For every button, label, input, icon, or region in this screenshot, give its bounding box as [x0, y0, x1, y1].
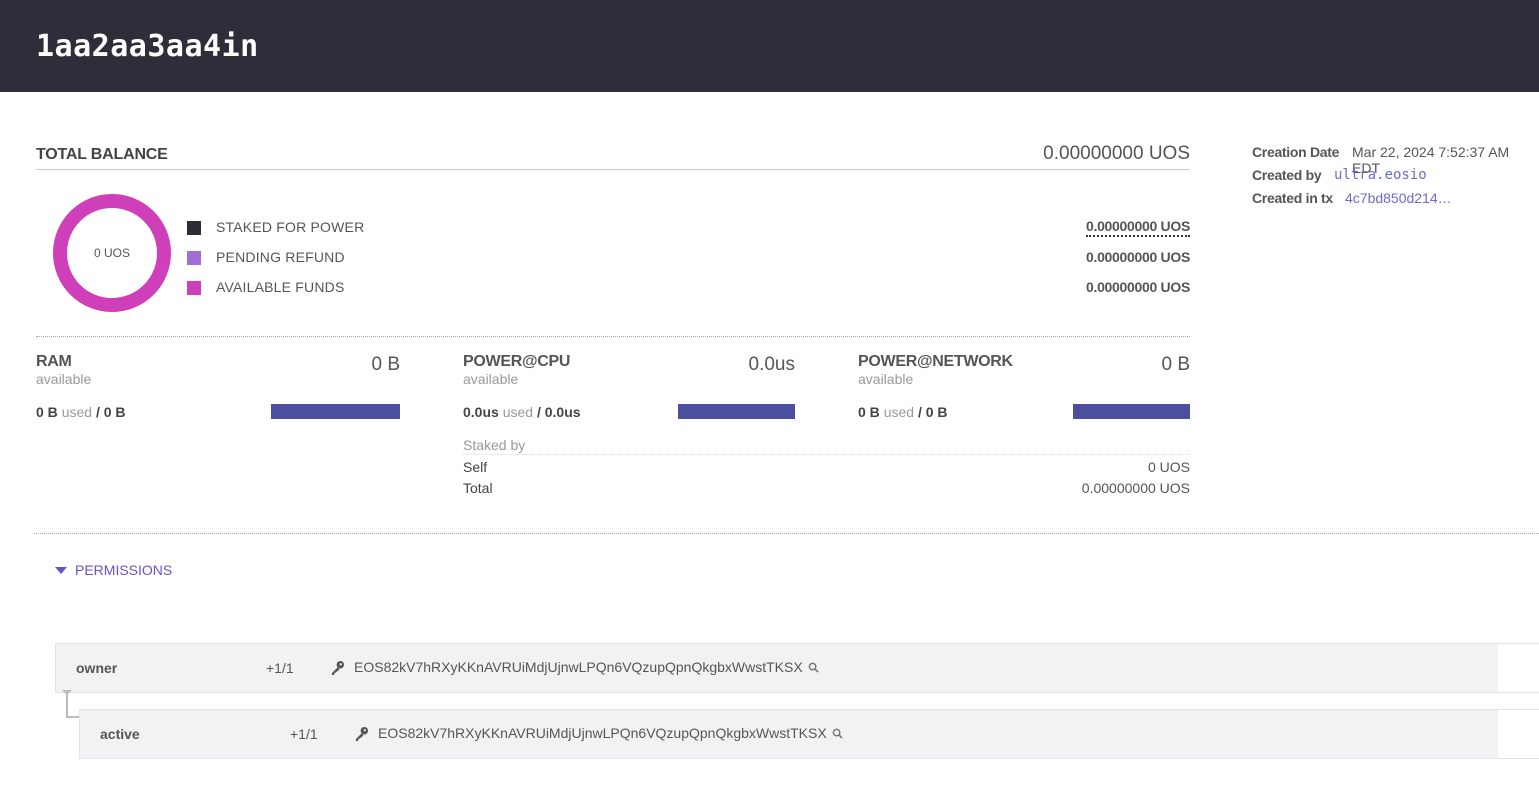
legend-swatch-available	[187, 281, 201, 295]
cpu-used: 0.0us	[463, 404, 499, 420]
ram-usage-bar-track	[271, 404, 400, 419]
total-balance-title: TOTAL BALANCE	[36, 146, 168, 163]
cpu-sub: available	[463, 371, 519, 387]
tree-node-marker	[62, 690, 72, 695]
staked-by-divider	[463, 454, 1190, 455]
ram-sep: /	[95, 404, 100, 420]
net-usage-bar	[1073, 404, 1190, 419]
account-name: 1aa2aa3aa4in	[36, 29, 259, 64]
staked-value-link[interactable]: 0.00000000 UOS	[1086, 218, 1190, 237]
creation-date-label: Creation Date	[1252, 144, 1340, 160]
ram-available-value: 0 B	[371, 354, 400, 375]
staked-total-label: Total	[463, 480, 493, 496]
public-key-text: EOS82kV7hRXyKKnAVRUiMdjUjnwLPQn6VQzupQpn…	[354, 659, 803, 675]
tree-connector-horizontal	[66, 716, 79, 718]
net-available-value: 0 B	[1161, 354, 1190, 375]
ram-title: RAM	[36, 353, 72, 370]
permission-key: EOS82kV7hRXyKKnAVRUiMdjUjnwLPQn6VQzupQpn…	[354, 725, 843, 741]
net-usage-bar-track	[1073, 404, 1190, 419]
legend-value-staked[interactable]: 0.00000000 UOS	[1086, 218, 1190, 237]
created-in-tx-label: Created in tx	[1252, 190, 1333, 206]
legend-label-available: AVAILABLE FUNDS	[216, 279, 345, 295]
net-sep: /	[917, 404, 922, 420]
cpu-sep: /	[536, 404, 541, 420]
legend-label-staked: STAKED FOR POWER	[216, 219, 365, 235]
legend-swatch-pending	[187, 251, 201, 265]
permission-row-owner: owner +1/1 EOS82kV7hRXyKKnAVRUiMdjUjnwLP…	[55, 643, 1539, 693]
net-sub: available	[858, 371, 914, 387]
legend-swatch-staked	[187, 221, 201, 235]
permissions-divider	[34, 533, 1539, 534]
permissions-toggle-label: PERMISSIONS	[75, 562, 173, 578]
donut-center-label: 0 UOS	[93, 246, 130, 260]
key-icon	[331, 660, 345, 675]
row-end-spacer	[1498, 710, 1539, 758]
balance-divider	[36, 169, 1190, 170]
legend-value-available: 0.00000000 UOS	[1086, 279, 1190, 295]
search-icon[interactable]	[832, 728, 843, 739]
cpu-usage: 0.0us used / 0.0us	[463, 404, 581, 420]
cpu-used-word: used	[502, 404, 534, 420]
staked-self-value: 0 UOS	[1147, 459, 1190, 475]
search-icon[interactable]	[808, 662, 819, 673]
legend-value-pending: 0.00000000 UOS	[1086, 249, 1190, 265]
tree-connector-vertical	[66, 693, 68, 718]
cpu-available-value: 0.0us	[748, 354, 795, 375]
ram-usage-bar	[271, 404, 400, 419]
permissions-toggle[interactable]: PERMISSIONS	[55, 562, 172, 578]
ram-sub: available	[36, 371, 92, 387]
permission-row-active: active +1/1 EOS82kV7hRXyKKnAVRUiMdjUjnwL…	[79, 709, 1539, 759]
net-used-word: used	[883, 404, 915, 420]
permission-key: EOS82kV7hRXyKKnAVRUiMdjUjnwLPQn6VQzupQpn…	[330, 659, 819, 675]
cpu-max: 0.0us	[544, 404, 581, 420]
net-usage: 0 B used / 0 B	[858, 404, 948, 420]
resources-divider	[36, 336, 1190, 337]
permission-threshold: +1/1	[290, 726, 318, 742]
created-by-link[interactable]: ultra.eosio	[1334, 167, 1427, 183]
cpu-title: POWER@CPU	[463, 353, 571, 370]
permission-name: active	[100, 726, 140, 742]
legend-label-pending: PENDING REFUND	[216, 249, 345, 265]
net-used: 0 B	[858, 404, 880, 420]
ram-used-word: used	[61, 404, 93, 420]
key-icon	[355, 726, 369, 741]
created-by-label: Created by	[1252, 167, 1322, 183]
row-end-spacer	[1498, 644, 1539, 692]
ram-max: 0 B	[103, 404, 126, 420]
net-title: POWER@NETWORK	[858, 353, 1013, 370]
ram-used: 0 B	[36, 404, 58, 420]
net-max: 0 B	[925, 404, 948, 420]
staked-by-label: Staked by	[463, 437, 526, 453]
cpu-usage-bar	[678, 404, 795, 419]
staked-total-value: 0.00000000 UOS	[1081, 480, 1190, 496]
ram-usage: 0 B used / 0 B	[36, 404, 126, 420]
staked-self-label: Self	[463, 459, 488, 475]
permission-threshold: +1/1	[266, 660, 294, 676]
cpu-usage-bar-track	[678, 404, 795, 419]
public-key-text: EOS82kV7hRXyKKnAVRUiMdjUjnwLPQn6VQzupQpn…	[378, 725, 827, 741]
caret-down-icon	[55, 567, 67, 574]
account-header: 1aa2aa3aa4in	[0, 0, 1539, 92]
permission-name: owner	[76, 660, 118, 676]
created-in-tx-link[interactable]: 4c7bd850d214…	[1345, 190, 1452, 206]
total-balance-value: 0.00000000 UOS	[1043, 143, 1190, 164]
